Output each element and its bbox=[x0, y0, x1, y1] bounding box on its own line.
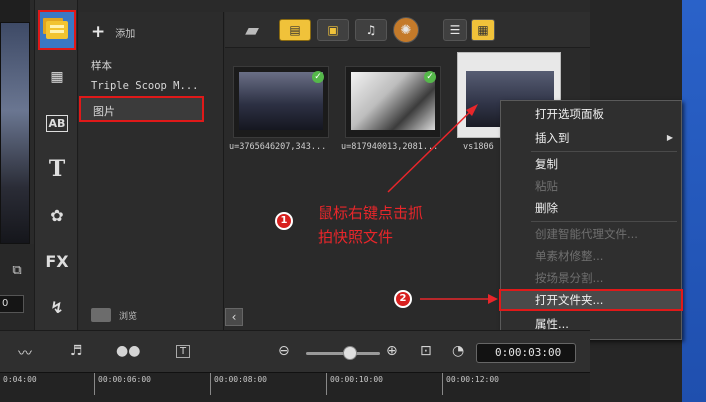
menu-item-split-by-scene: 按场景分割... bbox=[535, 271, 604, 285]
film-star-icon: ▦ bbox=[50, 69, 64, 85]
add-label: 添加 bbox=[115, 28, 136, 40]
capture-button[interactable]: ✺ bbox=[393, 17, 419, 43]
title-t-icon: T bbox=[48, 156, 66, 182]
preview-top-strip bbox=[0, 0, 30, 22]
copy-frame-icon[interactable]: ⧉ bbox=[8, 262, 26, 280]
path-tool[interactable]: ↯ bbox=[41, 292, 73, 322]
fx-icon: FX bbox=[45, 251, 69, 271]
library-item-pictures[interactable]: 图片 bbox=[79, 96, 204, 122]
submenu-arrow-icon: ▶ bbox=[666, 133, 673, 142]
annotation-arrow-2 bbox=[420, 294, 498, 304]
instant-project-tool[interactable]: ▦ bbox=[41, 62, 73, 92]
menu-item-open-options[interactable]: 打开选项面板 bbox=[501, 103, 681, 125]
photo-icon: ▣ bbox=[327, 23, 339, 37]
annotation-text-line-1: 鼠标右键点击抓 bbox=[318, 204, 424, 222]
media-library-tool[interactable] bbox=[38, 10, 76, 50]
menu-item-trim-clip: 单素材修整... bbox=[535, 249, 604, 263]
media-thumbnail[interactable]: ✓ bbox=[233, 66, 329, 138]
motion-path-icon: ↯ bbox=[50, 297, 64, 317]
timecode-display[interactable]: 0:00:03:00 bbox=[476, 343, 576, 363]
ruler-tick-label: 00:00:12:00 bbox=[442, 373, 499, 395]
check-icon: ✓ bbox=[424, 71, 436, 83]
list-view-icon: ☰ bbox=[449, 23, 461, 37]
scroll-left-button[interactable]: ‹ bbox=[225, 308, 243, 326]
app-window: ⧉ 0 ▦ AB T ✿ FX ↯ + 添加 样本 Triple Scoop M… bbox=[0, 0, 706, 402]
menu-item-create-proxy: 创建智能代理文件... bbox=[535, 227, 638, 241]
context-menu: 打开选项面板 插入到 ▶ 复制 粘贴 删除 创建智能代理文件... 单素材修整.… bbox=[499, 100, 683, 340]
frame-field[interactable]: 0 bbox=[0, 295, 24, 313]
step-badge: 2 bbox=[394, 290, 412, 308]
thumbnail-view-button[interactable]: ▦ bbox=[471, 19, 495, 41]
menu-separator bbox=[531, 151, 677, 152]
auto-music-icon[interactable]: ♬ bbox=[70, 343, 83, 359]
show-audio-button[interactable]: ♫ bbox=[355, 19, 387, 41]
clock-icon: ◔ bbox=[452, 343, 465, 359]
menu-item-delete[interactable]: 删除 bbox=[501, 197, 681, 219]
title-tool[interactable]: T bbox=[41, 154, 73, 184]
show-photo-button[interactable]: ▣ bbox=[317, 19, 349, 41]
plus-icon: + bbox=[91, 22, 106, 42]
browse-label: 浏览 bbox=[119, 311, 138, 322]
check-icon: ✓ bbox=[312, 71, 324, 83]
open-folder-icon[interactable]: ▰ bbox=[241, 19, 263, 41]
add-folder-button[interactable]: + 添加 bbox=[91, 22, 135, 42]
film-icon: ▤ bbox=[289, 23, 301, 37]
grid-view-icon: ▦ bbox=[477, 23, 489, 37]
list-view-button[interactable]: ☰ bbox=[443, 19, 467, 41]
zoom-in-icon[interactable]: ⊕ bbox=[386, 343, 398, 359]
reel-icon: ✺ bbox=[400, 22, 412, 38]
ruler-tick-label: 00:00:06:00 bbox=[94, 373, 151, 395]
ruler-tick-label: 00:00:10:00 bbox=[326, 373, 383, 395]
audio-waveform-icon[interactable]: 〰 bbox=[18, 343, 32, 363]
thumbnail-label: u=3765646207,343... bbox=[229, 142, 327, 152]
tool-strip: ▦ AB T ✿ FX ↯ bbox=[34, 0, 78, 330]
menu-item-open-folder[interactable]: 打开文件夹... bbox=[499, 289, 683, 311]
menu-item-copy[interactable]: 复制 bbox=[501, 153, 681, 175]
chevron-left-icon: ‹ bbox=[231, 310, 237, 324]
timeline-ruler: 0:04:00 00:00:06:00 00:00:08:00 00:00:10… bbox=[0, 372, 590, 402]
ruler-tick-label: 00:00:08:00 bbox=[210, 373, 267, 395]
transition-tool[interactable]: AB bbox=[41, 108, 73, 138]
library-item-samples[interactable]: 样本 bbox=[91, 58, 112, 73]
media-folder-icon bbox=[46, 21, 68, 39]
ruler-tick-label: 0:04:00 bbox=[3, 375, 37, 384]
show-video-button[interactable]: ▤ bbox=[279, 19, 311, 41]
preview-window bbox=[0, 22, 30, 244]
timeline-toolbar: 〰 ♬ ●● T ⊖ ⊕ ⊡ ◔ 0:00:03:00 bbox=[0, 330, 590, 372]
browse-icon bbox=[91, 308, 111, 322]
preview-controls: ⧉ bbox=[0, 244, 34, 344]
annotation-arrow-1 bbox=[387, 104, 478, 193]
track-manager-icon[interactable]: ●● bbox=[116, 343, 140, 359]
music-note-icon: ♫ bbox=[365, 23, 377, 37]
library-item-triple-scoop[interactable]: Triple Scoop M... bbox=[91, 80, 198, 92]
step-badge: 1 bbox=[275, 212, 293, 230]
zoom-out-icon[interactable]: ⊖ bbox=[278, 343, 290, 359]
ab-transition-icon: AB bbox=[45, 114, 69, 132]
menu-item-insert-to[interactable]: 插入到 ▶ bbox=[501, 127, 681, 149]
library-panel: + 添加 样本 Triple Scoop M... 图片 浏览 bbox=[79, 12, 224, 330]
subtitle-icon[interactable]: T bbox=[176, 345, 191, 358]
menu-separator bbox=[531, 221, 677, 222]
menu-item-paste: 粘贴 bbox=[535, 179, 558, 193]
browse-button[interactable]: 浏览 bbox=[91, 308, 137, 322]
filter-tool[interactable]: FX bbox=[41, 246, 73, 276]
media-toolbar: ▰ ▤ ▣ ♫ ✺ ☰ ▦ bbox=[225, 12, 590, 48]
annotation-text-line-2: 拍快照文件 bbox=[318, 228, 394, 246]
menu-item-label: 插入到 bbox=[535, 131, 570, 145]
fit-project-icon[interactable]: ⊡ bbox=[420, 343, 432, 359]
zoom-slider-handle[interactable] bbox=[343, 346, 357, 360]
thumbnail-image bbox=[239, 72, 323, 130]
graphics-tool[interactable]: ✿ bbox=[41, 200, 73, 230]
graphics-icon: ✿ bbox=[50, 205, 64, 225]
